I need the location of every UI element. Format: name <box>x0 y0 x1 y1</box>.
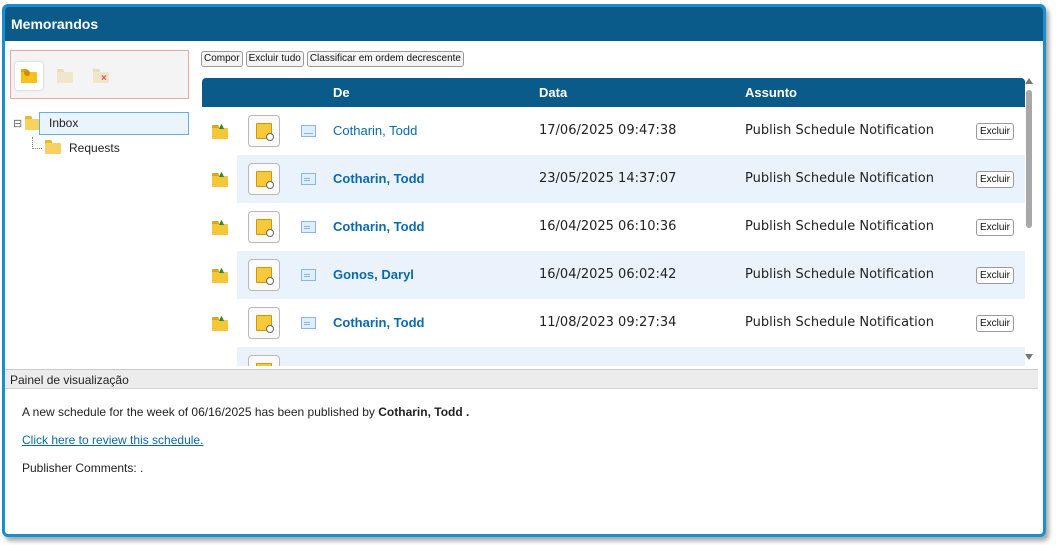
move-to-folder-icon[interactable]: ▲ <box>212 266 228 283</box>
table-row[interactable]: ▲ Cotharin, Todd 17/06/2025 09:47:38 Pub… <box>202 107 1025 155</box>
note-button[interactable] <box>248 259 280 291</box>
move-to-folder-icon[interactable]: ▲ <box>212 314 228 331</box>
preview-message-line: A new schedule for the week of 06/16/202… <box>22 405 469 419</box>
message-pane: Compor Excluir tudo Classificar em ordem… <box>195 41 1038 366</box>
publisher-comments: Publisher Comments: . <box>22 461 144 475</box>
delete-button[interactable]: Excluir <box>976 219 1015 236</box>
subject-cell: Publish Schedule Notification <box>745 171 934 186</box>
note-icon <box>256 315 274 333</box>
note-icon <box>256 363 272 366</box>
move-to-folder-icon[interactable]: ▲ <box>212 170 228 187</box>
sort-button[interactable]: Classificar em ordem decrescente <box>306 51 464 67</box>
subject-cell: Publish Schedule Notification <box>745 219 934 234</box>
sender-link[interactable]: Gonos, Daryl <box>333 267 414 282</box>
delete-folder-icon: × <box>93 69 109 84</box>
read-mail-icon <box>301 125 316 137</box>
column-header-from[interactable]: De <box>333 85 350 100</box>
subject-cell: Publish Schedule Notification <box>745 123 934 138</box>
preview-author: Cotharin, Todd <box>378 405 463 419</box>
note-button[interactable] <box>248 307 280 339</box>
memorandos-window: Memorandos × ⊟ Inbox Requests Compor Exc… <box>2 4 1046 537</box>
date-cell: 11/08/2023 09:27:34 <box>539 315 677 330</box>
scroll-up-icon[interactable] <box>1025 78 1033 84</box>
preview-punctuation: . <box>466 405 470 419</box>
tree-item-inbox[interactable]: Inbox <box>39 112 189 135</box>
tree-connector <box>32 148 42 150</box>
date-cell: 16/04/2025 06:10:36 <box>539 219 677 234</box>
note-button[interactable] <box>248 163 280 195</box>
unread-mail-icon <box>301 269 316 281</box>
sender-link[interactable]: Cotharin, Todd <box>333 219 424 234</box>
note-icon <box>256 267 274 285</box>
delete-button[interactable]: Excluir <box>976 123 1015 140</box>
move-to-folder-icon[interactable]: ▲ <box>212 218 228 235</box>
collapse-icon[interactable]: ⊟ <box>13 117 22 130</box>
table-row-partial[interactable] <box>202 347 1025 366</box>
preview-panel-title: Painel de visualização <box>5 369 1038 389</box>
window-title: Memorandos <box>5 7 1043 41</box>
table-row[interactable]: ▲ Cotharin, Todd 16/04/2025 06:10:36 Pub… <box>202 203 1025 251</box>
note-icon <box>256 219 274 237</box>
table-row[interactable]: ▲ Cotharin, Todd 11/08/2023 09:27:34 Pub… <box>202 299 1025 347</box>
new-folder-button[interactable] <box>15 62 43 90</box>
subject-cell: Publish Schedule Notification <box>745 315 934 330</box>
tree-item-label: Requests <box>69 141 120 155</box>
unread-mail-icon <box>301 317 316 329</box>
note-icon <box>256 171 274 189</box>
delete-all-button[interactable]: Excluir tudo <box>245 51 304 67</box>
sender-link[interactable]: Cotharin, Todd <box>333 171 424 186</box>
message-actions: Compor Excluir tudo Classificar em ordem… <box>201 51 464 67</box>
note-button[interactable] <box>248 115 280 147</box>
table-row[interactable]: ▲ Gonos, Daryl 16/04/2025 06:02:42 Publi… <box>202 251 1025 299</box>
sender-link[interactable]: Cotharin, Todd <box>333 315 424 330</box>
subject-cell: Publish Schedule Notification <box>745 267 934 282</box>
sender-link[interactable]: Cotharin, Todd <box>333 123 417 138</box>
scroll-thumb[interactable] <box>1026 90 1032 228</box>
date-cell: 17/06/2025 09:47:38 <box>539 123 677 138</box>
review-schedule-link[interactable]: Click here to review this schedule. <box>22 433 203 447</box>
message-table: De Data Assunto ▲ Cotharin, Todd 17/06/2… <box>202 78 1025 366</box>
column-header-subject[interactable]: Assunto <box>745 85 797 100</box>
table-header: De Data Assunto <box>202 78 1025 107</box>
delete-folder-button[interactable]: × <box>87 62 115 90</box>
new-folder-icon <box>21 69 37 83</box>
edit-folder-icon <box>57 69 73 83</box>
table-row[interactable]: ▲ Cotharin, Todd 23/05/2025 14:37:07 Pub… <box>202 155 1025 203</box>
edit-folder-button[interactable] <box>51 62 79 90</box>
delete-button[interactable]: Excluir <box>976 315 1015 332</box>
delete-button[interactable]: Excluir <box>976 171 1015 188</box>
date-cell: 23/05/2025 14:37:07 <box>539 171 677 186</box>
folder-toolbar: × <box>10 50 189 99</box>
unread-mail-icon <box>301 173 316 185</box>
note-button[interactable] <box>248 355 280 366</box>
delete-button[interactable]: Excluir <box>976 267 1015 284</box>
table-scrollbar[interactable] <box>1023 78 1035 366</box>
note-icon <box>256 123 274 141</box>
scroll-down-icon[interactable] <box>1025 354 1033 360</box>
note-button[interactable] <box>248 211 280 243</box>
folder-pane: × ⊟ Inbox Requests <box>5 41 195 366</box>
preview-message-text: A new schedule for the week of 06/16/202… <box>22 405 375 419</box>
move-to-folder-icon[interactable]: ▲ <box>212 122 228 139</box>
date-cell: 16/04/2025 06:02:42 <box>539 267 677 282</box>
compose-button[interactable]: Compor <box>201 51 243 67</box>
unread-mail-icon <box>301 221 316 233</box>
folder-icon <box>45 140 61 154</box>
column-header-date[interactable]: Data <box>539 85 567 100</box>
